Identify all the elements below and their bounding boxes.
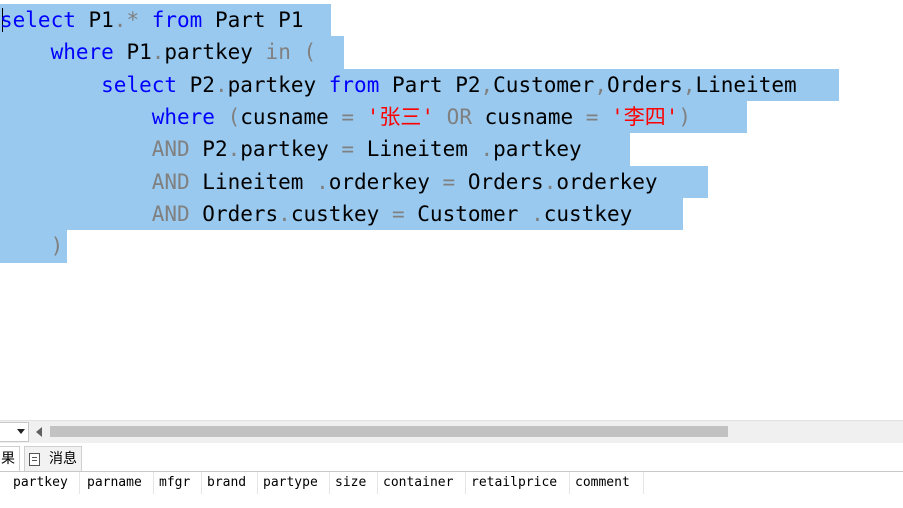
sql-editor[interactable]: select P1.* from Part P1 where P1.partke… xyxy=(0,0,903,420)
column-header[interactable]: retailprice xyxy=(466,472,570,494)
tab-results-label: 果 xyxy=(1,451,15,467)
tab-messages-label: 消息 xyxy=(49,451,77,467)
column-header[interactable]: size xyxy=(330,472,378,494)
column-header[interactable]: partype xyxy=(258,472,330,494)
code-line-6: AND Lineitem .orderkey = Orders.orderkey xyxy=(151,170,658,194)
column-header[interactable]: mfgr xyxy=(154,472,202,494)
code-line-1: select P1.* from Part P1 xyxy=(0,8,304,32)
code-line-2: where P1.partkey in ( xyxy=(50,40,317,64)
column-header[interactable]: comment xyxy=(570,472,644,494)
column-header[interactable]: partkey xyxy=(8,472,80,494)
code-line-7: AND Orders.custkey = Customer .custkey xyxy=(151,202,633,226)
results-tab-bar: 果 消息 xyxy=(0,443,903,472)
chevron-down-icon[interactable] xyxy=(17,429,25,434)
column-header[interactable]: container xyxy=(378,472,466,494)
column-header[interactable]: parname xyxy=(82,472,154,494)
document-icon xyxy=(29,453,40,466)
arrow-left-icon[interactable] xyxy=(36,427,42,437)
code-line-4: where (cusname = '张三' OR cusname = '李四') xyxy=(151,105,692,129)
tab-results[interactable]: 果 xyxy=(0,446,20,471)
code-line-5: AND P2.partkey = Lineitem .partkey xyxy=(151,137,582,161)
horizontal-scrollbar[interactable] xyxy=(0,420,903,443)
tab-messages[interactable]: 消息 xyxy=(24,446,82,471)
code-line-8: ) xyxy=(50,234,64,258)
zoom-dropdown[interactable] xyxy=(0,422,29,442)
column-header[interactable]: brand xyxy=(202,472,258,494)
code-line-3: select P2.partkey from Part P2,Customer,… xyxy=(101,73,797,97)
scrollbar-thumb[interactable] xyxy=(50,426,728,437)
